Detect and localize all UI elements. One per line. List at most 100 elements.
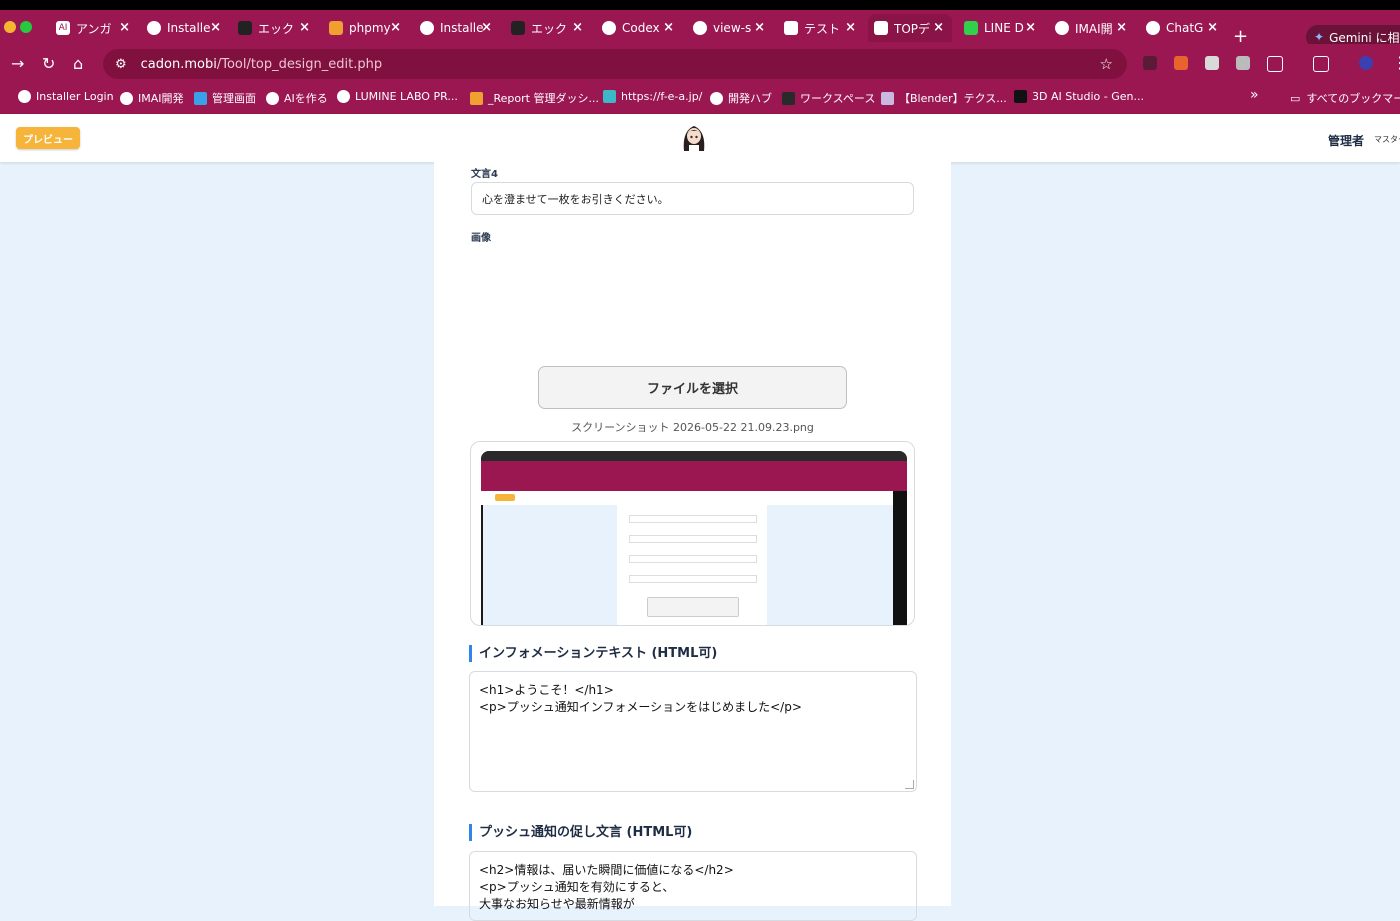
textarea-line: 大事なお知らせや最新情報が — [479, 897, 635, 911]
bookmark-item[interactable]: IMAI開発 — [120, 90, 184, 106]
xserver-icon — [238, 21, 252, 35]
globe-icon — [266, 91, 279, 105]
phpmyadmin-icon — [329, 21, 343, 35]
close-icon[interactable]: × — [1207, 20, 1218, 35]
bookmark-item[interactable]: 開発ハブ — [710, 90, 772, 106]
close-icon[interactable]: × — [390, 20, 401, 35]
window-minimize-button[interactable] — [4, 21, 16, 33]
openai-icon — [602, 21, 616, 35]
close-icon[interactable]: × — [663, 20, 674, 35]
profile-avatar[interactable] — [1359, 56, 1373, 70]
textarea-line: <h2>情報は、届いた瞬間に価値になる</h2> — [479, 863, 734, 877]
ai-icon: AI — [56, 21, 70, 35]
menu-icon[interactable]: ⋮ — [1392, 53, 1400, 72]
bookmark-item[interactable]: ワークスペース — [782, 90, 875, 106]
bookmarks-overflow-button[interactable]: » — [1250, 87, 1259, 103]
tab-9-active[interactable]: TOPデ × — [868, 14, 952, 42]
tab-11[interactable]: IMAI開 × — [1055, 14, 1127, 42]
tab-6[interactable]: Codex × — [602, 14, 674, 42]
xserver-icon — [511, 21, 525, 35]
tab-10[interactable]: LINE D × — [964, 14, 1036, 42]
tab-bar: AI アンガ × Installe × エック × phpmy × Installe × エ… — [0, 10, 1400, 49]
line-icon — [964, 21, 978, 35]
selected-file-name: スクリーンショット 2026-05-22 21.09.23.png — [571, 421, 814, 434]
dashboard-icon — [194, 91, 207, 105]
textarea-line: <p>プッシュ通知インフォメーションをはじめました</p> — [479, 700, 802, 714]
globe-icon — [120, 91, 133, 105]
master-label[interactable]: マスター — [1374, 134, 1400, 145]
field4-label: 文言4 — [471, 169, 498, 180]
tab-12[interactable]: ChatG × — [1146, 14, 1218, 42]
globe-icon — [1055, 21, 1069, 35]
tab-7[interactable]: view-s × — [693, 14, 765, 42]
all-bookmarks-folder[interactable]: ▭すべてのブックマーク — [1290, 90, 1400, 106]
reload-icon[interactable]: ↻ — [42, 54, 55, 73]
extensions-puzzle-icon[interactable] — [1267, 56, 1283, 72]
extension-icon[interactable] — [1143, 56, 1157, 70]
tab-1[interactable]: Installe × — [147, 14, 221, 42]
globe-icon — [710, 91, 723, 105]
textarea-line: <p>プッシュ通知を有効にすると、 — [479, 880, 675, 894]
admin-label[interactable]: 管理者 — [1328, 132, 1364, 149]
tab-8[interactable]: テスト × — [784, 14, 856, 42]
gemini-icon: ✦ — [1314, 30, 1325, 44]
resize-grip-icon[interactable] — [905, 780, 914, 789]
textarea-line: <h1>ようこそ！</h1> — [479, 683, 614, 697]
bookmark-item[interactable]: _Report 管理ダッシ... — [470, 90, 599, 106]
bookmark-item[interactable]: LUMINE LABO PR... — [337, 90, 458, 103]
bookmark-item[interactable]: 3D AI Studio - Gen... — [1014, 90, 1144, 103]
close-icon[interactable]: × — [572, 20, 583, 35]
bookmark-star-icon[interactable]: ☆ — [1100, 55, 1113, 73]
character-logo[interactable] — [680, 123, 708, 153]
push-prompt-title: プッシュ通知の促し文言 (HTML可) — [469, 824, 692, 841]
tab-4[interactable]: Installe × — [420, 14, 492, 42]
home-icon[interactable]: ⌂ — [73, 54, 83, 73]
tab-2[interactable]: エック × — [238, 14, 310, 42]
close-icon[interactable]: × — [119, 20, 130, 35]
close-icon[interactable]: × — [299, 20, 310, 35]
bookmark-item[interactable]: 【Blender】テクス... — [881, 90, 1007, 106]
bookmark-item[interactable]: https://f-e-a.jp/ — [603, 90, 702, 103]
push-prompt-textarea[interactable]: <h2>情報は、届いた瞬間に価値になる</h2> <p>プッシュ通知を有効にする… — [469, 851, 917, 921]
studio-icon — [1014, 90, 1027, 103]
avatar-icon — [874, 21, 888, 35]
info-text-textarea[interactable]: <h1>ようこそ！</h1> <p>プッシュ通知インフォメーションをはじめました… — [469, 671, 917, 792]
site-settings-icon[interactable]: ⚙ — [115, 57, 127, 72]
extension-icon[interactable] — [1174, 56, 1188, 70]
info-text-title: インフォメーションテキスト (HTML可) — [469, 645, 717, 662]
site-header: プレビュー 管理者 マスター — [0, 114, 1400, 162]
bookmark-item[interactable]: AIを作る — [266, 90, 328, 106]
download-icon[interactable] — [1205, 56, 1219, 70]
chart-icon — [470, 91, 483, 105]
url-text[interactable]: cadon.mobi/Tool/top_design_edit.php — [141, 57, 382, 72]
close-icon[interactable]: × — [754, 20, 765, 35]
field4-input[interactable]: 心を澄ませて一枚をお引きください。 — [471, 182, 914, 215]
address-bar[interactable]: ⚙ cadon.mobi/Tool/top_design_edit.php ☆ — [103, 49, 1127, 79]
uploaded-screenshot-thumbnail — [481, 451, 907, 625]
bookmark-item[interactable]: 管理画面 — [194, 90, 256, 106]
browser-toolbar: → ↻ ⌂ ⚙ cadon.mobi/Tool/top_design_edit.… — [0, 44, 1400, 84]
close-icon[interactable]: × — [845, 20, 856, 35]
camera-icon[interactable] — [1236, 56, 1250, 70]
tab-3[interactable]: phpmy × — [329, 14, 401, 42]
image-label: 画像 — [471, 233, 491, 244]
tab-5[interactable]: エック × — [511, 14, 583, 42]
bookmark-item[interactable]: Installer Login — [18, 90, 114, 103]
window-maximize-button[interactable] — [20, 21, 32, 33]
choose-file-button[interactable]: ファイルを選択 — [538, 366, 847, 409]
close-icon[interactable]: × — [933, 20, 944, 35]
window-top-strip — [0, 0, 1400, 10]
site-icon — [603, 90, 616, 103]
close-icon[interactable]: × — [210, 20, 221, 35]
tab-0[interactable]: AI アンガ × — [56, 14, 130, 42]
blender-icon — [881, 91, 894, 105]
bookmarks-bar: Installer Login IMAI開発 管理画面 AIを作る LUMINE… — [0, 84, 1400, 115]
tab-search-icon[interactable] — [1313, 56, 1329, 72]
edit-form-panel: 文言4 心を澄ませて一枚をお引きください。 画像 ファイルを選択 スクリーンショ… — [434, 162, 951, 921]
close-icon[interactable]: × — [481, 20, 492, 35]
close-icon[interactable]: × — [1025, 20, 1036, 35]
close-icon[interactable]: × — [1116, 20, 1127, 35]
preview-button[interactable]: プレビュー — [16, 127, 80, 149]
forward-icon[interactable]: → — [11, 54, 24, 73]
avatar-icon — [784, 21, 798, 35]
